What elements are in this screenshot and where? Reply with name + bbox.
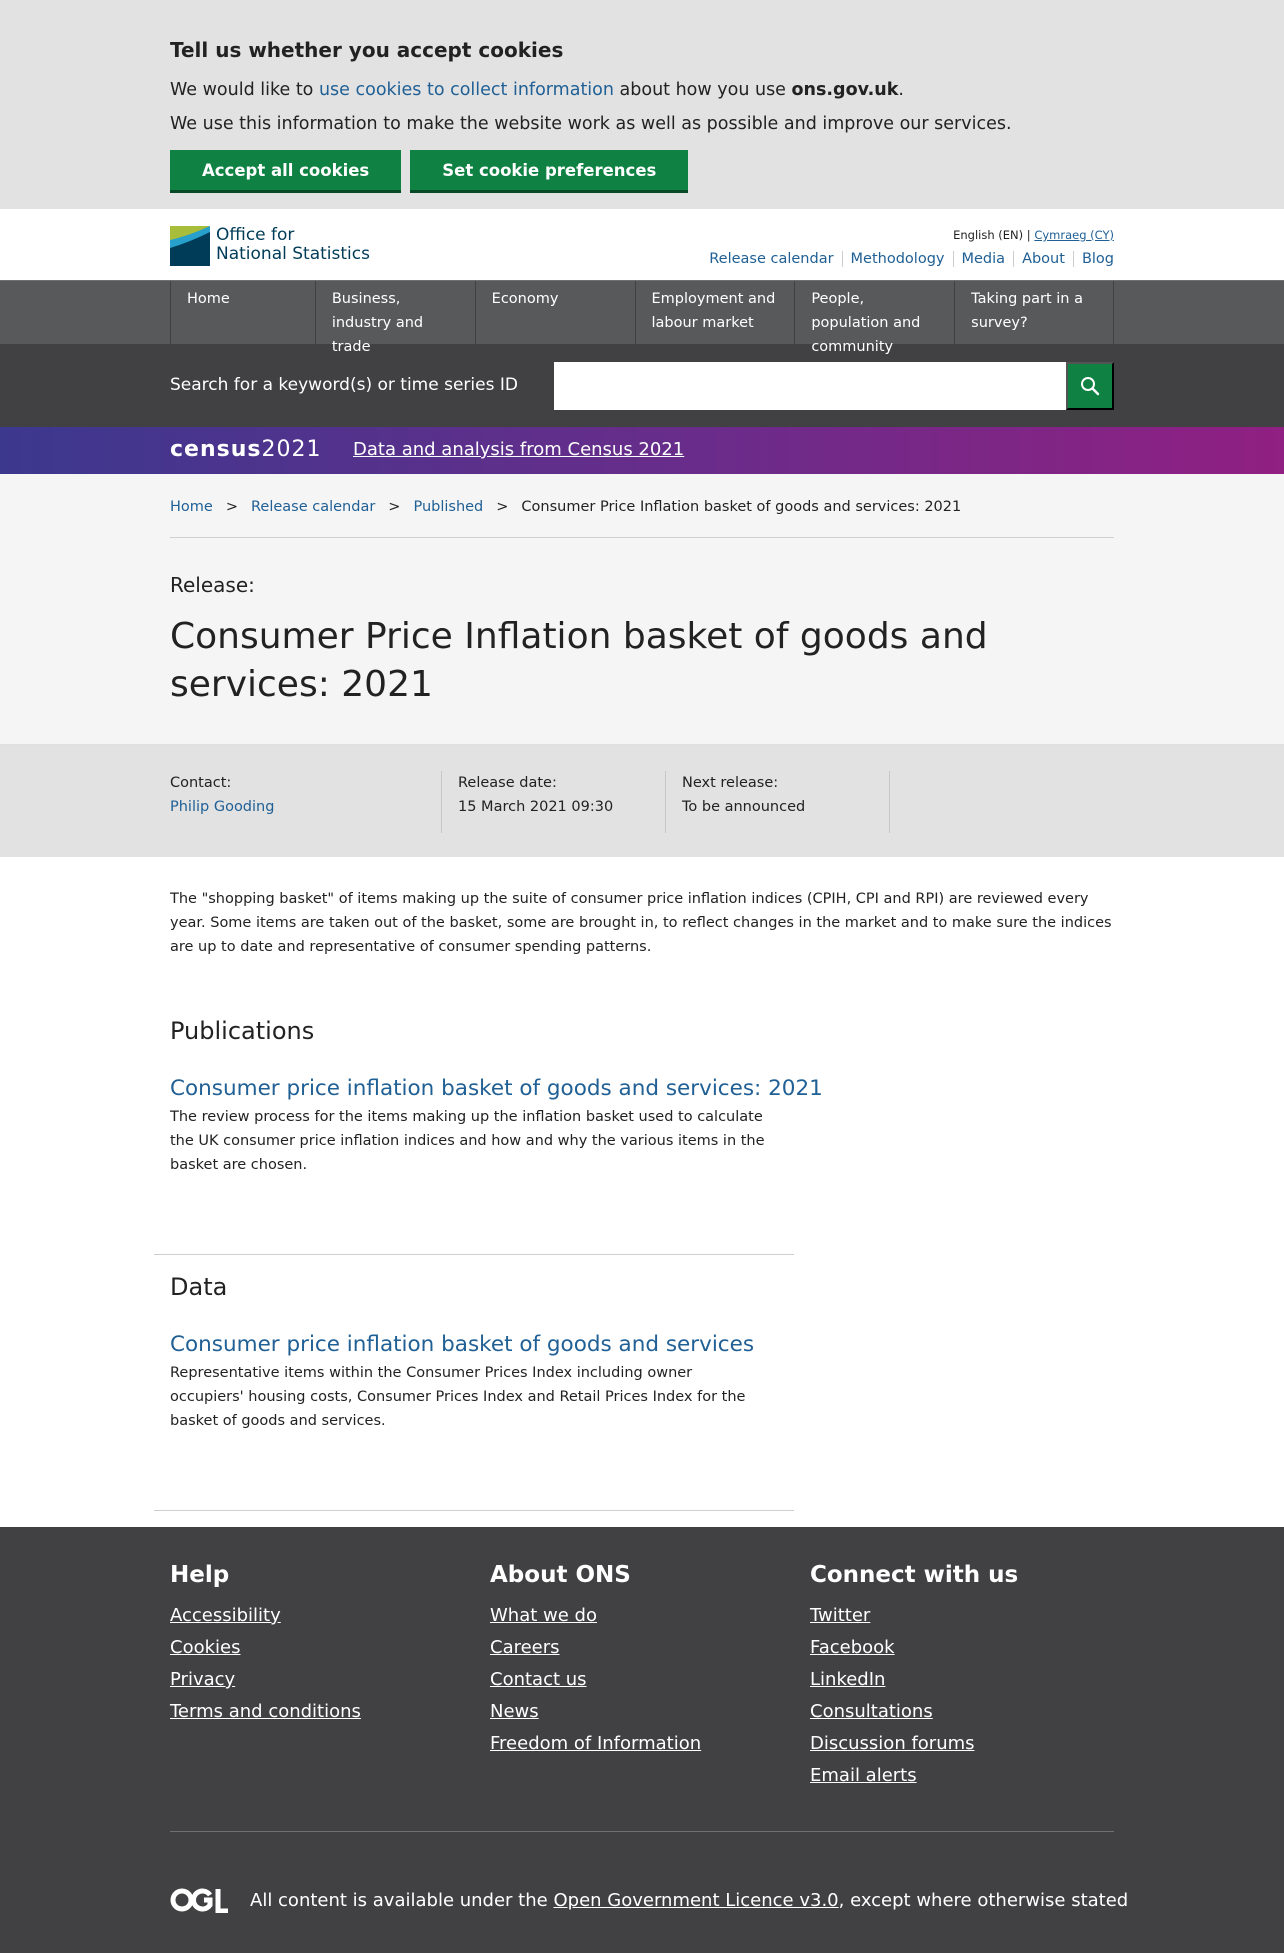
footer-link-what-we-do[interactable]: What we do [490, 1600, 701, 1632]
nav-item-home[interactable]: Home [171, 281, 316, 344]
census-link[interactable]: Data and analysis from Census 2021 [353, 439, 684, 460]
breadcrumb-current: Consumer Price Inflation basket of goods… [521, 499, 962, 515]
nav-item-employment[interactable]: Employment and labour market [636, 281, 796, 344]
census-banner: census2021 Data and analysis from Census… [0, 427, 1284, 474]
breadcrumb-separator: > [225, 499, 238, 515]
footer-link-accessibility[interactable]: Accessibility [170, 1600, 361, 1632]
about-link[interactable]: About [1013, 251, 1073, 267]
footer-link-email-alerts[interactable]: Email alerts [810, 1760, 1018, 1792]
publications-heading: Publications [170, 1017, 315, 1045]
breadcrumb: Home > Release calendar > Published > Co… [170, 474, 1114, 538]
footer-link-consultations[interactable]: Consultations [810, 1696, 1018, 1728]
cookie-banner: Tell us whether you accept cookies We wo… [0, 0, 1284, 209]
nav-item-survey[interactable]: Taking part in a survey? [955, 281, 1114, 344]
breadcrumb-separator: > [496, 499, 509, 515]
breadcrumb-home[interactable]: Home [170, 499, 213, 537]
dataset-description: Representative items within the Consumer… [170, 1365, 746, 1429]
breadcrumb-separator: > [388, 499, 401, 515]
blog-link[interactable]: Blog [1072, 251, 1114, 267]
page-title: Consumer Price Inflation basket of goods… [170, 616, 988, 705]
ons-logo[interactable]: Office for National Statistics [170, 226, 370, 266]
footer-link-foi[interactable]: Freedom of Information [490, 1728, 701, 1760]
census-logo: census2021 [170, 437, 322, 462]
footer-help-heading: Help [170, 1562, 230, 1588]
footer-connect: Connect with us Twitter Facebook LinkedI… [810, 1562, 1018, 1792]
search-input[interactable] [554, 362, 1066, 410]
footer-link-privacy[interactable]: Privacy [170, 1664, 361, 1696]
release-meta: Contact: Philip Gooding Release date: 15… [0, 745, 1284, 857]
search-icon [1081, 377, 1100, 396]
data-item: Consumer price inflation basket of goods… [170, 1332, 770, 1433]
divider [154, 1254, 794, 1255]
publication-item: Consumer price inflation basket of goods… [170, 1076, 823, 1177]
language-switcher: English (EN) | Cymraeg (CY) [953, 228, 1114, 242]
cookie-text-2: We use this information to make the webs… [170, 114, 1012, 134]
meta-contact: Contact: Philip Gooding [170, 771, 442, 833]
main-content: The "shopping basket" of items making up… [0, 887, 1284, 1545]
footer-divider [170, 1831, 1114, 1832]
footer-about-heading: About ONS [490, 1562, 631, 1588]
footer-link-careers[interactable]: Careers [490, 1632, 701, 1664]
search-bar: Search for a keyword(s) or time series I… [0, 345, 1284, 427]
search-label: Search for a keyword(s) or time series I… [170, 375, 518, 395]
cookie-preferences-button[interactable]: Set cookie preferences [410, 150, 689, 190]
publication-description: The review process for the items making … [170, 1109, 765, 1173]
ons-logo-icon [170, 226, 210, 266]
meta-release-date: Release date: 15 March 2021 09:30 [442, 771, 666, 833]
primary-nav: Home Business, industry and trade Econom… [0, 281, 1284, 355]
ogl-licence-link[interactable]: Open Government Licence v3.0 [553, 1890, 838, 1911]
release-summary: The "shopping basket" of items making up… [170, 891, 1112, 955]
licence-notice: All content is available under the Open … [170, 1887, 1128, 1913]
footer-connect-heading: Connect with us [810, 1562, 1019, 1588]
footer-link-facebook[interactable]: Facebook [810, 1632, 1018, 1664]
dataset-link[interactable]: Consumer price inflation basket of goods… [170, 1332, 770, 1357]
footer-link-terms[interactable]: Terms and conditions [170, 1696, 361, 1728]
footer-link-forums[interactable]: Discussion forums [810, 1728, 1018, 1760]
data-heading: Data [170, 1273, 228, 1301]
release-calendar-link[interactable]: Release calendar [701, 251, 841, 267]
page-header: Home > Release calendar > Published > Co… [0, 474, 1284, 745]
breadcrumb-release-calendar[interactable]: Release calendar [251, 499, 375, 537]
media-link[interactable]: Media [952, 251, 1014, 267]
secondary-nav: Release calendar Methodology Media About… [701, 251, 1114, 267]
welsh-language-link[interactable]: Cymraeg (CY) [1034, 228, 1114, 242]
site-header: Office for National Statistics English (… [0, 209, 1284, 281]
footer-link-contact[interactable]: Contact us [490, 1664, 701, 1696]
ogl-logo-icon [170, 1888, 228, 1913]
cookie-info-link[interactable]: use cookies to collect information [319, 80, 614, 100]
cookie-heading: Tell us whether you accept cookies [170, 38, 564, 62]
methodology-link[interactable]: Methodology [841, 251, 953, 267]
cookie-text-1: We would like to use cookies to collect … [170, 80, 904, 100]
breadcrumb-published[interactable]: Published [413, 499, 483, 537]
search-button[interactable] [1066, 362, 1114, 410]
release-label: Release: [170, 573, 255, 597]
contact-link[interactable]: Philip Gooding [170, 799, 274, 815]
nav-item-economy[interactable]: Economy [476, 281, 636, 344]
footer-link-cookies[interactable]: Cookies [170, 1632, 361, 1664]
divider [154, 1510, 794, 1511]
site-footer: Help Accessibility Cookies Privacy Terms… [0, 1527, 1284, 1953]
footer-link-news[interactable]: News [490, 1696, 701, 1728]
meta-next-release: Next release: To be announced [666, 771, 890, 833]
nav-item-people[interactable]: People, population and community [795, 281, 956, 355]
publication-link[interactable]: Consumer price inflation basket of goods… [170, 1076, 823, 1101]
footer-about: About ONS What we do Careers Contact us … [490, 1562, 701, 1760]
footer-link-twitter[interactable]: Twitter [810, 1600, 1018, 1632]
accept-cookies-button[interactable]: Accept all cookies [170, 150, 402, 190]
nav-item-business[interactable]: Business, industry and trade [316, 281, 476, 355]
footer-help: Help Accessibility Cookies Privacy Terms… [170, 1562, 361, 1728]
footer-link-linkedin[interactable]: LinkedIn [810, 1664, 1018, 1696]
